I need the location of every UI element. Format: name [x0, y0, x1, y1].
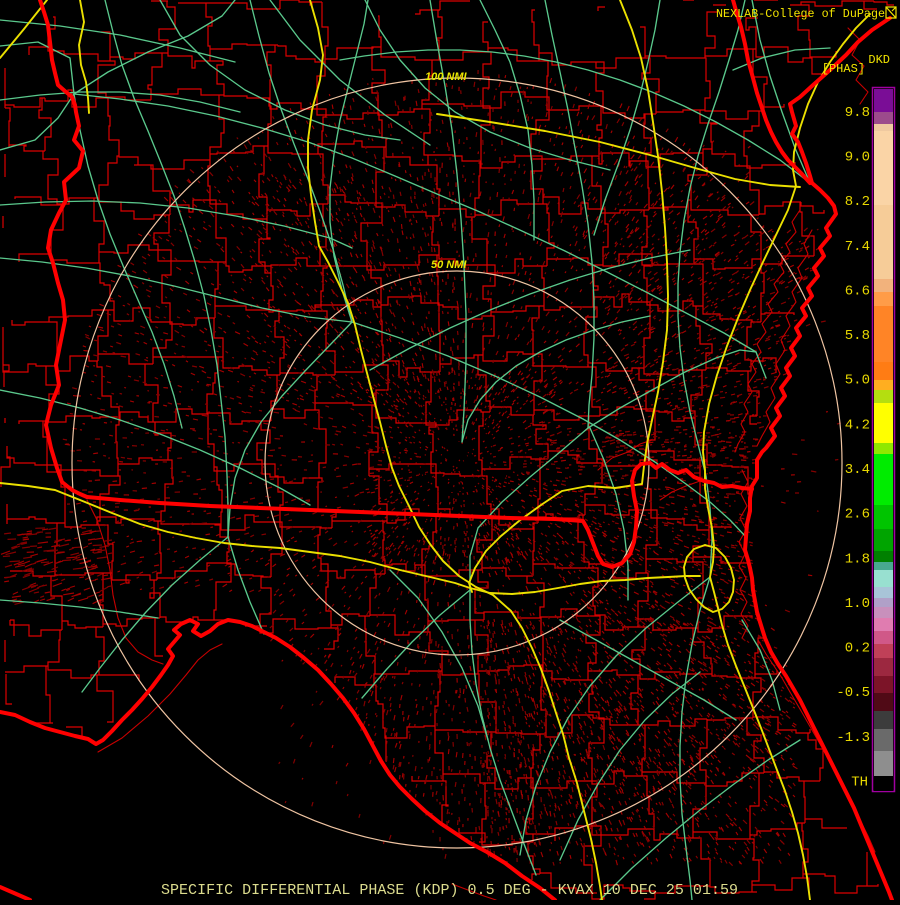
- svg-text:3.4: 3.4: [845, 462, 870, 478]
- svg-text:TH: TH: [851, 775, 868, 791]
- svg-text:5.8: 5.8: [845, 328, 870, 344]
- svg-text:-1.3: -1.3: [836, 730, 870, 746]
- svg-text:0.2: 0.2: [845, 641, 870, 657]
- svg-text:6.6: 6.6: [845, 283, 870, 299]
- svg-text:-0.5: -0.5: [836, 685, 870, 701]
- svg-text:100 NMI: 100 NMI: [425, 71, 468, 83]
- svg-text:[PHAS]: [PHAS]: [822, 62, 865, 76]
- svg-text:7.4: 7.4: [845, 239, 870, 255]
- svg-text:2.6: 2.6: [845, 507, 870, 523]
- svg-text:SPECIFIC DIFFERENTIAL PHASE (K: SPECIFIC DIFFERENTIAL PHASE (KDP) 0.5 DE…: [161, 882, 738, 899]
- svg-text:50 NMI: 50 NMI: [431, 259, 467, 271]
- svg-text:9.0: 9.0: [845, 149, 870, 165]
- svg-text:5.0: 5.0: [845, 373, 870, 389]
- svg-text:NEXLAB-College of DuPage: NEXLAB-College of DuPage: [716, 7, 885, 21]
- svg-text:DKD: DKD: [868, 53, 890, 67]
- svg-text:9.8: 9.8: [845, 105, 870, 121]
- svg-text:4.2: 4.2: [845, 417, 870, 433]
- svg-text:1.8: 1.8: [845, 551, 870, 567]
- svg-text:8.2: 8.2: [845, 194, 870, 210]
- svg-text:1.0: 1.0: [845, 596, 870, 612]
